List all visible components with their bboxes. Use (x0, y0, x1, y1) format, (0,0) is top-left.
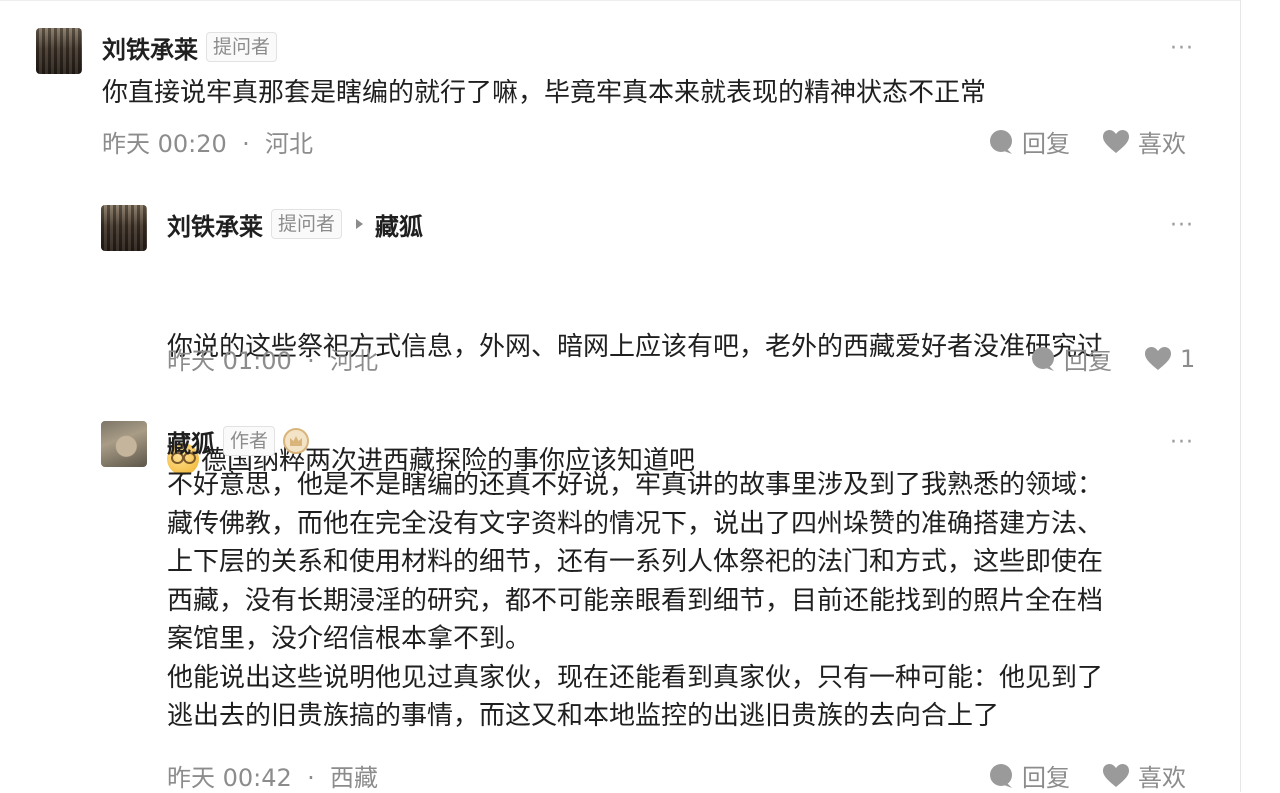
reply-icon (990, 129, 1012, 154)
comment-header: 刘铁承莱 提问者 (102, 30, 278, 65)
like-label: 喜欢 (1138, 764, 1186, 792)
comment-location: 河北 (329, 347, 378, 375)
more-options-icon[interactable]: ··· (1170, 38, 1194, 60)
comment-actions: 回复 喜欢 (988, 758, 1186, 793)
avatar[interactable] (101, 421, 147, 467)
role-tag: 作者 (223, 426, 276, 456)
crown-icon (290, 436, 303, 446)
reply-label: 回复 (1064, 347, 1112, 375)
like-button[interactable]: 喜欢 (1102, 124, 1186, 159)
more-options-icon[interactable]: ··· (1170, 215, 1194, 237)
reply-icon (990, 763, 1012, 788)
scrollbar[interactable] (1240, 0, 1241, 792)
comment-header: 藏狐 作者 (167, 424, 310, 459)
reply-label: 回复 (1022, 764, 1070, 792)
role-tag: 提问者 (206, 32, 278, 62)
author-name[interactable]: 刘铁承莱 (102, 30, 198, 65)
more-options-icon[interactable]: ··· (1170, 432, 1194, 454)
comment-meta: 昨天 00:20 · 河北 (102, 124, 313, 159)
comment-meta: 昨天 00:42 · 西藏 (167, 758, 378, 793)
comment-actions: 回复 1 (1030, 341, 1195, 376)
reply-label: 回复 (1022, 130, 1070, 158)
comment-location: 西藏 (329, 764, 378, 792)
comment-time: 昨天 00:20 (102, 130, 227, 158)
reply-button[interactable]: 回复 (1030, 341, 1112, 376)
meta-separator: · (299, 347, 323, 375)
reply-button[interactable]: 回复 (988, 758, 1070, 793)
like-count: 1 (1180, 344, 1196, 373)
like-button[interactable]: 喜欢 (1102, 758, 1186, 793)
comment-location: 河北 (264, 130, 313, 158)
top-divider (0, 0, 1240, 1)
crown-badge-icon (283, 428, 310, 454)
comment-text: 你直接说牢真那套是瞎编的就行了嘛，毕竟牢真本来就表现的精神状态不正常 (102, 78, 987, 108)
author-name[interactable]: 刘铁承莱 (167, 207, 263, 242)
avatar[interactable] (101, 205, 147, 251)
reply-icon (1032, 346, 1054, 371)
heart-icon (1103, 129, 1129, 153)
comment-time: 昨天 01:00 (167, 347, 292, 375)
like-label: 喜欢 (1138, 130, 1186, 158)
meta-separator: · (299, 764, 323, 792)
reply-button[interactable]: 回复 (988, 124, 1070, 159)
author-name[interactable]: 藏狐 (167, 424, 215, 459)
comment-time: 昨天 00:42 (167, 764, 292, 792)
heart-icon (1103, 763, 1129, 787)
reply-to-name[interactable]: 藏狐 (375, 207, 423, 242)
meta-separator: · (234, 130, 258, 158)
role-tag: 提问者 (271, 209, 343, 239)
comment-actions: 回复 喜欢 (988, 124, 1186, 159)
like-button[interactable]: 1 (1144, 345, 1195, 373)
comment-text: 不好意思，他是不是瞎编的还真不好说，牢真讲的故事里涉及到了我熟悉的领域： 藏传佛… (167, 470, 1104, 731)
heart-icon (1145, 346, 1171, 370)
avatar[interactable] (36, 28, 82, 74)
comment-header: 刘铁承莱 提问者 藏狐 (167, 207, 423, 242)
comment-meta: 昨天 01:00 · 河北 (167, 341, 378, 376)
reply-arrow-icon (356, 219, 364, 229)
